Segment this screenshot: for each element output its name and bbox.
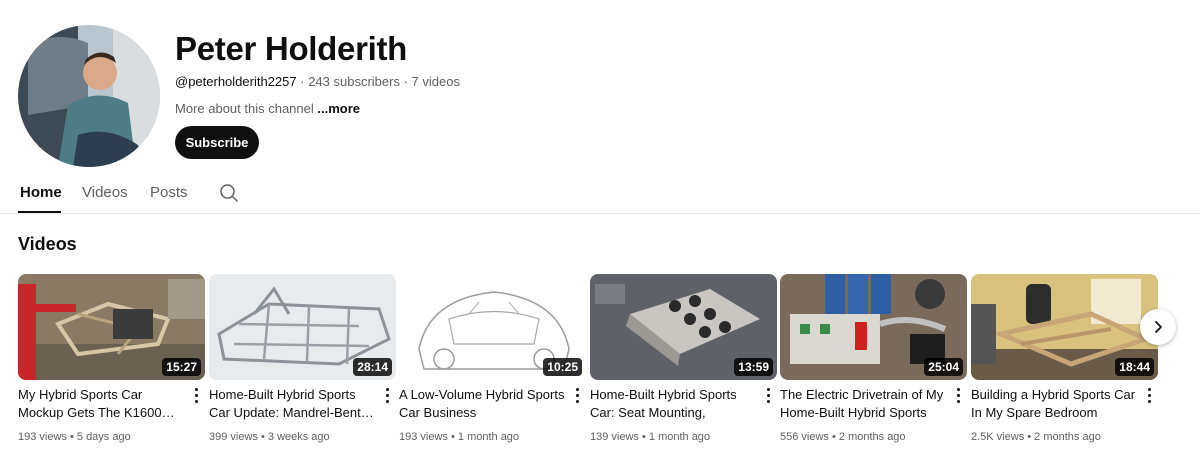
video-card[interactable]: 25:04 The Electric Drivetrain of My Home… xyxy=(780,274,967,443)
stats-separator: • xyxy=(1024,431,1035,443)
video-title[interactable]: A Low-Volume Hybrid Sports Car Business xyxy=(399,386,567,422)
video-duration: 10:25 xyxy=(543,358,582,376)
video-thumbnail[interactable]: 28:14 xyxy=(209,274,396,380)
upload-age: 2 months ago xyxy=(838,431,906,443)
video-duration: 25:04 xyxy=(924,358,963,376)
more-options-icon[interactable] xyxy=(950,386,966,404)
section-title[interactable]: Videos xyxy=(18,234,77,255)
video-card[interactable]: 18:44 Building a Hybrid Sports Car In My… xyxy=(971,274,1158,443)
meta-separator: · xyxy=(399,74,412,89)
video-title[interactable]: The Electric Drivetrain of My Home-Built… xyxy=(780,386,948,422)
video-duration: 28:14 xyxy=(353,358,392,376)
upload-age: 1 month ago xyxy=(648,431,711,443)
more-link[interactable]: ...more xyxy=(317,101,360,116)
subscriber-count: 243 subscribers xyxy=(308,74,400,89)
tab-posts[interactable]: Posts xyxy=(150,184,188,201)
channel-handle: @peterholderith2257 xyxy=(175,74,297,89)
channel-tabs: Home Videos Posts xyxy=(0,172,1200,214)
video-thumbnail[interactable]: 18:44 xyxy=(971,274,1158,380)
video-duration: 15:27 xyxy=(162,358,201,376)
more-options-icon[interactable] xyxy=(569,386,585,404)
channel-about[interactable]: More about this channel ...more xyxy=(175,101,360,116)
view-count: 139 views xyxy=(590,431,639,443)
active-tab-indicator xyxy=(18,211,61,213)
view-count: 193 views xyxy=(18,431,67,443)
view-count: 193 views xyxy=(399,431,448,443)
stats-separator: • xyxy=(828,431,839,443)
stats-separator: • xyxy=(638,431,649,443)
subscribe-button[interactable]: Subscribe xyxy=(175,126,259,159)
chevron-right-icon xyxy=(1155,321,1162,333)
video-stats: 193 views • 5 days ago xyxy=(18,431,131,443)
video-title[interactable]: Building a Hybrid Sports Car In My Spare… xyxy=(971,386,1139,422)
video-stats: 193 views • 1 month ago xyxy=(399,431,519,443)
more-options-icon[interactable] xyxy=(379,386,395,404)
search-icon[interactable] xyxy=(219,183,239,203)
more-options-icon[interactable] xyxy=(1141,386,1157,404)
about-text: More about this channel xyxy=(175,101,314,116)
view-count: 2.5K views xyxy=(971,431,1025,443)
stats-separator: • xyxy=(66,431,77,443)
video-title[interactable]: My Hybrid Sports Car Mockup Gets The K16… xyxy=(18,386,186,422)
tab-videos[interactable]: Videos xyxy=(82,184,128,201)
video-title[interactable]: Home-Built Hybrid Sports Car: Seat Mount… xyxy=(590,386,758,422)
video-thumbnail[interactable]: 13:59 xyxy=(590,274,777,380)
view-count: 556 views xyxy=(780,431,829,443)
video-title[interactable]: Home-Built Hybrid Sports Car Update: Man… xyxy=(209,386,377,422)
video-card[interactable]: 10:25 A Low-Volume Hybrid Sports Car Bus… xyxy=(399,274,586,443)
video-count: 7 videos xyxy=(411,74,460,89)
video-stats: 139 views • 1 month ago xyxy=(590,431,710,443)
channel-meta: @peterholderith2257 · 243 subscribers · … xyxy=(175,74,460,89)
more-options-icon[interactable] xyxy=(188,386,204,404)
upload-age: 5 days ago xyxy=(76,431,131,443)
tab-home[interactable]: Home xyxy=(20,184,62,201)
video-card[interactable]: 13:59 Home-Built Hybrid Sports Car: Seat… xyxy=(590,274,777,443)
channel-avatar[interactable] xyxy=(18,25,160,167)
meta-separator: · xyxy=(296,74,309,89)
video-duration: 13:59 xyxy=(734,358,773,376)
video-thumbnail[interactable]: 15:27 xyxy=(18,274,205,380)
video-stats: 399 views • 3 weeks ago xyxy=(209,431,330,443)
stats-separator: • xyxy=(447,431,458,443)
video-stats: 556 views • 2 months ago xyxy=(780,431,906,443)
more-options-icon[interactable] xyxy=(760,386,776,404)
video-card[interactable]: 15:27 My Hybrid Sports Car Mockup Gets T… xyxy=(18,274,205,443)
next-arrow-button[interactable] xyxy=(1140,309,1176,345)
upload-age: 2 months ago xyxy=(1034,431,1101,443)
channel-name: Peter Holderith xyxy=(175,30,408,67)
video-duration: 18:44 xyxy=(1115,358,1154,376)
video-stats: 2.5K views • 2 months ago xyxy=(971,431,1101,443)
upload-age: 3 weeks ago xyxy=(267,431,330,443)
upload-age: 1 month ago xyxy=(457,431,520,443)
video-card[interactable]: 28:14 Home-Built Hybrid Sports Car Updat… xyxy=(209,274,396,443)
view-count: 399 views xyxy=(209,431,258,443)
video-thumbnail[interactable]: 25:04 xyxy=(780,274,967,380)
stats-separator: • xyxy=(257,431,268,443)
video-thumbnail[interactable]: 10:25 xyxy=(399,274,586,380)
